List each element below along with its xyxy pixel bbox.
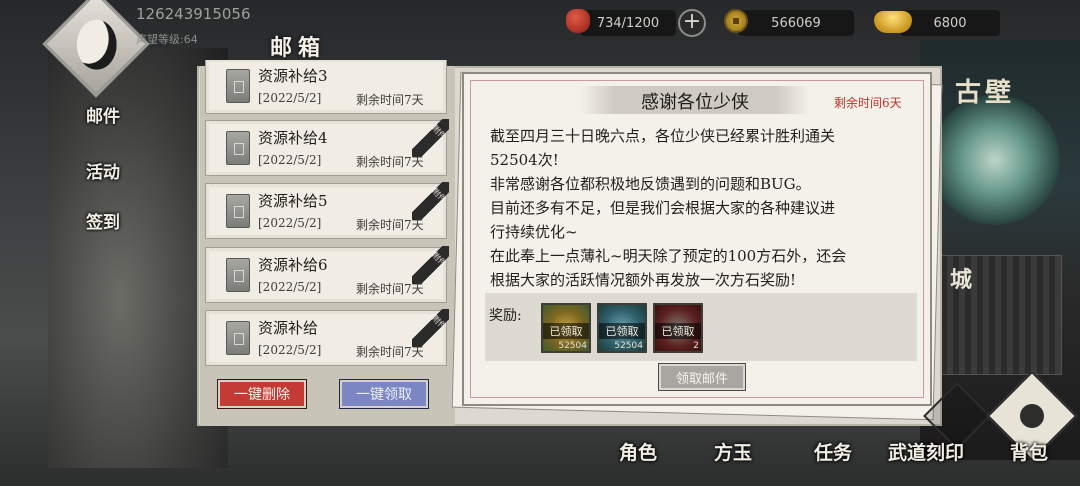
mail-icon [226, 321, 250, 355]
mail-icon [226, 194, 250, 228]
mail-title: 邮箱 [270, 35, 327, 61]
mail-item[interactable]: 资源补给 [2022/5/2] 剩余时间7天 附件 [205, 309, 449, 366]
mail-item-date: [2022/5/2] [258, 216, 322, 230]
mail-item-name: 资源补给 [258, 319, 319, 337]
attachment-tag: 附件 [412, 309, 449, 347]
attachment-tag: 附件 [412, 182, 449, 220]
reward-qty: 2 [693, 341, 699, 351]
attachment-tag: 附件 [412, 119, 449, 157]
delete-all-button[interactable]: 一键删除 [218, 380, 306, 408]
reward-qty: 52504 [558, 341, 587, 351]
mail-item[interactable]: 资源补给5 [2022/5/2] 剩余时间7天 附件 [205, 182, 449, 239]
mail-icon [226, 69, 250, 103]
coin-icon [724, 9, 748, 33]
reward-item-stone[interactable]: 已领取 2 [653, 303, 703, 353]
mail-item[interactable]: 资源补给3 [2022/5/2] 剩余时间7天 [205, 60, 447, 114]
copper-counter: 566069 [738, 10, 854, 36]
reward-claimed-label: 已领取 [543, 323, 589, 339]
letter-line: 截至四月三十日晚六点，各位少侠已经累计胜利通关 [490, 127, 836, 145]
nav-jade[interactable]: 方玉 [714, 438, 752, 465]
reward-qty: 52504 [614, 341, 643, 351]
letter-line: 根据大家的活跃情况额外再发放一次方石奖励! [490, 271, 797, 289]
nav-tasks[interactable]: 任务 [814, 438, 852, 465]
side-menu-mail[interactable]: 邮件 [80, 92, 126, 136]
collect-mail-button[interactable]: 领取邮件 [659, 364, 745, 390]
nav-character[interactable]: 角色 [619, 438, 657, 465]
letter-remaining-time: 剩余时间6天 [834, 96, 902, 110]
collect-all-button[interactable]: 一键领取 [340, 380, 428, 408]
city-scene-label: 城 [950, 267, 973, 293]
jar-icon [566, 9, 590, 33]
mail-item-name: 资源补给4 [258, 129, 328, 147]
reputation-level: 声望等级:64 [136, 33, 198, 46]
reward-item-coin[interactable]: 已领取 52504 [541, 303, 591, 353]
ingot-icon [874, 11, 912, 33]
mail-list[interactable]: 资源补给3 [2022/5/2] 剩余时间7天 资源补给4 [2022/5/2]… [203, 60, 449, 370]
mail-item-date: [2022/5/2] [258, 343, 322, 357]
letter-body: 截至四月三十日晚六点，各位少侠已经累计胜利通关 52504次! 非常感谢各位都积… [490, 124, 910, 292]
player-id: 126243915056 [136, 5, 251, 23]
side-menu-events[interactable]: 活动 [80, 148, 126, 192]
mail-item[interactable]: 资源补给6 [2022/5/2] 剩余时间7天 附件 [205, 246, 449, 303]
mail-item-name: 资源补给6 [258, 256, 328, 274]
reward-claimed-label: 已领取 [655, 323, 701, 339]
avatar-face [76, 19, 117, 70]
letter-line: 行持续优化~ [490, 223, 578, 241]
add-stamina-button[interactable]: + [678, 9, 706, 37]
mail-item-date: [2022/5/2] [258, 153, 322, 167]
letter-title: 感谢各位少侠 [641, 92, 749, 113]
plus-icon: + [682, 9, 702, 34]
reward-label: 奖励: [489, 308, 522, 324]
mail-item[interactable]: 资源补给4 [2022/5/2] 剩余时间7天 附件 [205, 119, 449, 176]
letter-line: 非常感谢各位都积极地反馈遇到的问题和BUG。 [490, 175, 811, 193]
wall-scene-label: 古壁 [955, 78, 1016, 108]
mail-icon [226, 258, 250, 292]
reward-claimed-label: 已领取 [599, 323, 645, 339]
mail-icon [226, 131, 250, 165]
gold-counter: 6800 [900, 10, 1000, 36]
reward-item-jade[interactable]: 已领取 52504 [597, 303, 647, 353]
mail-item-remain: 剩余时间7天 [356, 93, 424, 107]
nav-martial-seal[interactable]: 武道刻印 [888, 438, 964, 465]
letter-line: 目前还多有不足，但是我们会根据大家的各种建议进 [490, 199, 836, 217]
stamina-counter: 734/1200 [580, 10, 676, 36]
mail-item-date: [2022/5/2] [258, 280, 322, 294]
wall-scene-orb[interactable] [930, 95, 1060, 225]
side-menu-checkin[interactable]: 签到 [80, 198, 126, 242]
nav-bag[interactable]: 背包 [1010, 438, 1048, 465]
mail-item-date: [2022/5/2] [258, 91, 322, 105]
letter-line: 52504次! [490, 151, 559, 169]
attachment-tag: 附件 [412, 246, 449, 284]
mail-item-name: 资源补给3 [258, 67, 328, 85]
letter-line: 在此奉上一点薄礼~明天除了预定的100方石外，还会 [490, 247, 847, 265]
mail-item-name: 资源补给5 [258, 192, 328, 210]
